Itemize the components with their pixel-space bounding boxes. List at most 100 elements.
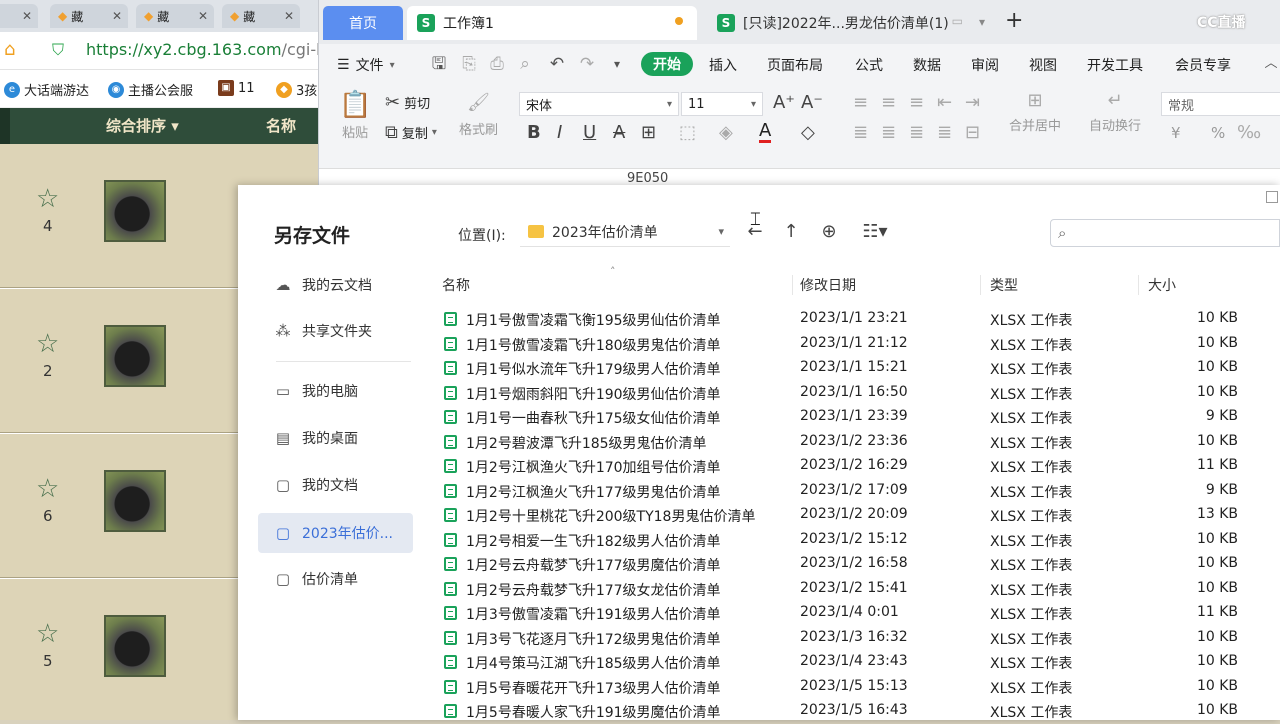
- file-row[interactable]: 1月1号似水流年飞升179级男人估价清单 2023/1/1 15:21 XLSX 工…: [440, 356, 1248, 381]
- redo-icon[interactable]: ↷: [577, 54, 597, 74]
- italic-icon[interactable]: I: [557, 122, 562, 143]
- file-row[interactable]: 1月2号云舟载梦飞升177级男魔估价清单 2023/1/2 16:58 XLSX 工…: [440, 552, 1248, 577]
- file-row[interactable]: 1月2号江枫渔火飞升170加组号估价清单 2023/1/2 16:29 XLSX 工…: [440, 454, 1248, 479]
- chevron-down-icon[interactable]: ▾: [979, 15, 985, 29]
- view-mode-icon[interactable]: ☷▾: [858, 221, 892, 243]
- character-avatar[interactable]: [104, 470, 166, 532]
- underline-icon[interactable]: U: [583, 122, 596, 143]
- copy-button[interactable]: ⧉ 复制 ▾: [385, 122, 437, 143]
- wrap-text-button[interactable]: ↵ 自动换行: [1089, 90, 1141, 134]
- location-select[interactable]: 2023年估价清单 ▾: [520, 217, 730, 247]
- align-right-icon[interactable]: ≣: [909, 122, 924, 143]
- column-name[interactable]: 名称: [442, 275, 470, 295]
- address-bar[interactable]: ⌂ ⛉ https://xy2.cbg.163.com/cgi-b: [0, 32, 320, 70]
- sidebar-item-documents[interactable]: ▢ 我的文档: [258, 465, 413, 505]
- sidebar-item-my-computer[interactable]: ▭ 我的电脑: [258, 371, 413, 411]
- up-arrow-icon[interactable]: ↑: [780, 221, 802, 243]
- strikethrough-icon[interactable]: A: [613, 122, 625, 143]
- menu-member[interactable]: 会员专享: [1175, 55, 1231, 75]
- file-row[interactable]: 1月1号傲雪凌霜飞升180级男鬼估价清单 2023/1/1 21:12 XLSX 工…: [440, 332, 1248, 357]
- file-row[interactable]: 1月2号江枫渔火飞升177级男鬼估价清单 2023/1/2 17:09 XLSX 工…: [440, 479, 1248, 504]
- percent-button[interactable]: %: [1211, 124, 1225, 142]
- menu-view[interactable]: 视图: [1029, 55, 1057, 75]
- fill-color-icon[interactable]: ◈: [719, 122, 733, 143]
- tab-home[interactable]: 首页: [323, 6, 403, 40]
- save-icon[interactable]: 🖫: [429, 54, 449, 74]
- distributed-icon[interactable]: ⊟: [965, 122, 980, 143]
- clear-format-icon[interactable]: ◇: [801, 122, 815, 143]
- sidebar-item-desktop[interactable]: ▤ 我的桌面: [258, 418, 413, 458]
- tab-close-icon[interactable]: ✕: [284, 9, 294, 23]
- favorite-star-icon[interactable]: ☆: [36, 621, 62, 647]
- font-color-icon[interactable]: A: [759, 122, 772, 143]
- sidebar-item-shared-folder[interactable]: ⁂ 共享文件夹: [258, 311, 413, 351]
- export-icon[interactable]: ⎘: [459, 54, 479, 74]
- menu-dev-tools[interactable]: 开发工具: [1087, 55, 1143, 75]
- url-text[interactable]: https://xy2.cbg.163.com/cgi-b: [86, 40, 320, 59]
- home-icon[interactable]: ⌂: [4, 40, 24, 60]
- merge-center-button[interactable]: ⊞ 合并居中: [1009, 90, 1061, 134]
- increase-font-icon[interactable]: A⁺: [773, 92, 795, 113]
- indent-increase-icon[interactable]: ⇥: [965, 92, 980, 113]
- character-avatar[interactable]: [104, 325, 166, 387]
- menu-insert[interactable]: 插入: [709, 55, 737, 75]
- favorite-star-icon[interactable]: ☆: [36, 331, 62, 357]
- print-preview-icon[interactable]: ⌕: [515, 54, 535, 74]
- cell-style-icon[interactable]: ⬚: [679, 122, 696, 143]
- undo-icon[interactable]: ↶: [547, 54, 567, 74]
- bookmark-item[interactable]: ◆ 3孩: [276, 80, 317, 99]
- file-row[interactable]: 1月3号傲雪凌霜飞升191级男人估价清单 2023/1/4 0:01 XLSX 工作…: [440, 601, 1248, 626]
- browser-tab[interactable]: ◆藏✕: [0, 4, 38, 28]
- number-format-select[interactable]: 常规: [1161, 92, 1280, 116]
- sidebar-item-2023-folder[interactable]: ▢ 2023年估价...: [258, 513, 413, 553]
- indent-decrease-icon[interactable]: ⇤: [937, 92, 952, 113]
- file-row[interactable]: 1月5号春暖花开飞升173级男人估价清单 2023/1/5 15:13 XLSX 工…: [440, 675, 1248, 700]
- bookmark-item[interactable]: e 大话端游达: [4, 80, 89, 99]
- character-avatar[interactable]: [104, 615, 166, 677]
- align-middle-icon[interactable]: ≡: [881, 92, 896, 113]
- file-row[interactable]: 1月2号碧波潭飞升185级男鬼估价清单 2023/1/2 23:36 XLSX 工作…: [440, 430, 1248, 455]
- tab-close-icon[interactable]: ✕: [198, 9, 208, 23]
- collapse-ribbon-icon[interactable]: ︿: [1261, 54, 1280, 74]
- thousands-separator-icon[interactable]: ‰: [1237, 122, 1261, 143]
- secure-shield-icon[interactable]: ⛉: [52, 41, 70, 59]
- file-row[interactable]: 1月1号傲雪凌霜飞衡195级男仙估价清单 2023/1/1 23:21 XLSX 工…: [440, 307, 1248, 332]
- menu-file[interactable]: ☰ 文件 ▾: [337, 55, 395, 75]
- paste-button[interactable]: 📋 粘贴: [339, 90, 371, 141]
- column-size[interactable]: 大小: [1148, 275, 1176, 295]
- sort-dropdown[interactable]: 综合排序 ▾: [106, 115, 179, 136]
- tab-workbook1[interactable]: S 工作簿1: [407, 6, 697, 40]
- menu-formula[interactable]: 公式: [855, 55, 883, 75]
- file-row[interactable]: 1月1号烟雨斜阳飞升190级男仙估价清单 2023/1/1 16:50 XLSX 工…: [440, 381, 1248, 406]
- dialog-maximize-icon[interactable]: [1266, 191, 1278, 203]
- browser-tab[interactable]: ◆藏✕: [50, 4, 128, 28]
- bold-icon[interactable]: B: [527, 122, 541, 143]
- justify-icon[interactable]: ≣: [937, 122, 952, 143]
- menu-data[interactable]: 数据: [913, 55, 941, 75]
- browser-tab[interactable]: ◆藏✕: [222, 4, 300, 28]
- column-type[interactable]: 类型: [990, 275, 1018, 295]
- align-top-icon[interactable]: ≡: [853, 92, 868, 113]
- new-tab-plus-icon[interactable]: +: [1005, 10, 1023, 32]
- align-bottom-icon[interactable]: ≡: [909, 92, 924, 113]
- name-column-header[interactable]: 名称: [266, 115, 296, 136]
- column-modified[interactable]: 修改日期: [800, 275, 856, 295]
- new-folder-icon[interactable]: ⊕: [818, 221, 840, 243]
- browser-tab[interactable]: ◆藏✕: [136, 4, 214, 28]
- sidebar-item-estimate-list[interactable]: ▢ 估价清单: [258, 559, 413, 599]
- menu-start[interactable]: 开始: [641, 52, 693, 76]
- align-left-icon[interactable]: ≣: [853, 122, 868, 143]
- file-row[interactable]: 1月1号一曲春秋飞升175级女仙估价清单 2023/1/1 23:39 XLSX 工…: [440, 405, 1248, 430]
- print-icon[interactable]: ⎙: [487, 54, 507, 74]
- file-row[interactable]: 1月4号策马江湖飞升185级男人估价清单 2023/1/4 23:43 XLSX 工…: [440, 650, 1248, 675]
- tab-readonly-doc[interactable]: S [只读]2022年...男龙估价清单(1) ▭ ▾: [707, 6, 995, 40]
- decrease-font-icon[interactable]: A⁻: [801, 92, 823, 113]
- favorite-star-icon[interactable]: ☆: [36, 476, 62, 502]
- format-painter-button[interactable]: 🖌 格式刷: [459, 92, 498, 138]
- tab-close-icon[interactable]: ✕: [112, 9, 122, 23]
- customize-chevron-icon[interactable]: ▾: [607, 54, 627, 74]
- bookmark-item[interactable]: ◉ 主播公会服: [108, 80, 193, 99]
- border-icon[interactable]: ⊞: [641, 122, 656, 143]
- menu-page-layout[interactable]: 页面布局: [767, 55, 823, 75]
- file-row[interactable]: 1月2号云舟载梦飞升177级女龙估价清单 2023/1/2 15:41 XLSX 工…: [440, 577, 1248, 602]
